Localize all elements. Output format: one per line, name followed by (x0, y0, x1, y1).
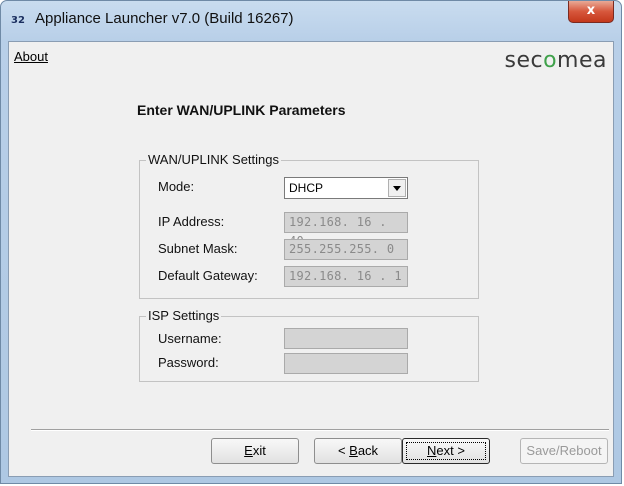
button-separator (31, 429, 609, 431)
about-menu-item[interactable]: About (14, 49, 48, 64)
launcher-window: 32 Appliance Launcher v7.0 (Build 16267)… (0, 0, 622, 484)
default-gateway-label: Default Gateway: (158, 268, 258, 283)
exit-button[interactable]: Exit (211, 438, 299, 464)
back-button[interactable]: < Back (314, 438, 402, 464)
isp-settings-legend: ISP Settings (146, 308, 222, 323)
exit-accelerator: E (244, 443, 253, 458)
subnet-mask-field[interactable]: 255.255.255. 0 (284, 239, 408, 260)
app-icon: 32 (11, 15, 25, 26)
back-prefix: < (337, 443, 350, 458)
dialog-client-area: About secomea Enter WAN/UPLINK Parameter… (8, 41, 614, 477)
next-button[interactable]: Next > (402, 438, 490, 464)
title-bar[interactable]: 32 Appliance Launcher v7.0 (Build 16267)… (1, 1, 621, 41)
secomea-logo: secomea (504, 48, 607, 73)
logo-text-start: sec (504, 48, 544, 73)
back-accelerator: B (349, 443, 358, 458)
close-button[interactable]: x (568, 1, 614, 23)
username-label: Username: (158, 331, 222, 346)
exit-label: xit (252, 443, 266, 458)
default-gateway-field[interactable]: 192.168. 16 . 1 (284, 266, 408, 287)
ip-address-label: IP Address: (158, 214, 225, 229)
mode-select[interactable]: DHCP (284, 177, 408, 199)
logo-mark: o (543, 48, 558, 73)
page-title: Enter WAN/UPLINK Parameters (137, 102, 346, 118)
wan-settings-legend: WAN/UPLINK Settings (146, 152, 282, 167)
isp-settings-group: ISP Settings Username: Password: (139, 308, 479, 382)
mode-label: Mode: (158, 179, 195, 194)
close-icon: x (586, 3, 596, 18)
username-field[interactable] (284, 328, 408, 349)
mode-select-value: DHCP (289, 181, 324, 195)
ip-address-field[interactable]: 192.168. 16 . 40 (284, 212, 408, 248)
logo-text-end: mea (557, 48, 607, 73)
dropdown-arrow-icon[interactable] (388, 179, 406, 197)
save-reboot-button[interactable]: Save/Reboot (520, 438, 608, 464)
window-title: Appliance Launcher v7.0 (Build 16267) (35, 10, 294, 27)
back-label: ack (357, 443, 379, 458)
wan-settings-group: WAN/UPLINK Settings Mode: DHCP IP Addres… (139, 152, 479, 299)
password-field[interactable] (284, 353, 408, 374)
focus-rectangle (406, 442, 486, 460)
subnet-mask-label: Subnet Mask: (158, 241, 238, 256)
password-label: Password: (158, 355, 219, 370)
